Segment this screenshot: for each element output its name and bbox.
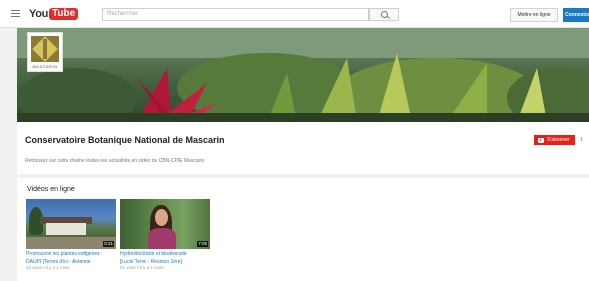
video-thumbnail[interactable]: 5:31 <box>26 199 116 249</box>
channel-avatar[interactable]: MASCARIN <box>27 32 63 72</box>
videos-section: Vidéos en ligne 5:31 Promouvoir les plan… <box>17 178 589 281</box>
video-duration: 7:05 <box>197 241 208 247</box>
video-title-line1[interactable]: Promouvoir les plantes indigènes - <box>26 251 116 257</box>
video-meta: 22 vues • il y a 1 mois <box>26 265 70 270</box>
video-meta: 21 vues • il y a 1 mois <box>120 265 164 270</box>
upload-button[interactable]: Mettre en ligne <box>510 8 558 22</box>
avatar-caption: MASCARIN <box>32 64 58 69</box>
channel-description: Retrouvez sur cette chaîne toutes les ac… <box>25 158 205 164</box>
video-thumbnail[interactable]: 7:05 <box>120 199 210 249</box>
banner-plants-image <box>17 28 589 122</box>
logo-tube-text: Tube <box>49 8 79 20</box>
video-title-line1[interactable]: Hydroélectricité et biodiversité <box>120 251 210 257</box>
video-item[interactable]: 5:31 Promouvoir les plantes indigènes - … <box>26 199 116 271</box>
section-title[interactable]: Vidéos en ligne <box>27 186 75 193</box>
subscribe-button[interactable]: S'abonner <box>534 135 575 145</box>
logo-you-text: You <box>29 8 49 20</box>
search-input[interactable]: Rechercher <box>102 8 369 21</box>
menu-icon[interactable] <box>11 10 20 17</box>
video-item[interactable]: 7:05 Hydroélectricité et biodiversité [L… <box>120 199 210 271</box>
subscriber-count: 1 <box>580 137 583 143</box>
subscribe-label: S'abonner <box>547 137 570 143</box>
mascarin-logo-icon <box>31 36 59 62</box>
top-bar: You Tube Rechercher Mettre en ligne Conn… <box>0 0 589 28</box>
channel-banner: MASCARIN <box>17 28 589 122</box>
youtube-play-icon <box>538 137 544 143</box>
signin-button[interactable]: Connexion <box>563 8 589 22</box>
search-icon <box>380 11 388 18</box>
video-duration: 5:31 <box>103 241 114 247</box>
youtube-logo[interactable]: You Tube <box>29 8 79 20</box>
channel-title[interactable]: Conservatoire Botanique National de Masc… <box>25 135 225 145</box>
channel-header: MASCARIN Conservatoire Botanique Nationa… <box>17 28 589 174</box>
search-button[interactable] <box>369 8 399 21</box>
